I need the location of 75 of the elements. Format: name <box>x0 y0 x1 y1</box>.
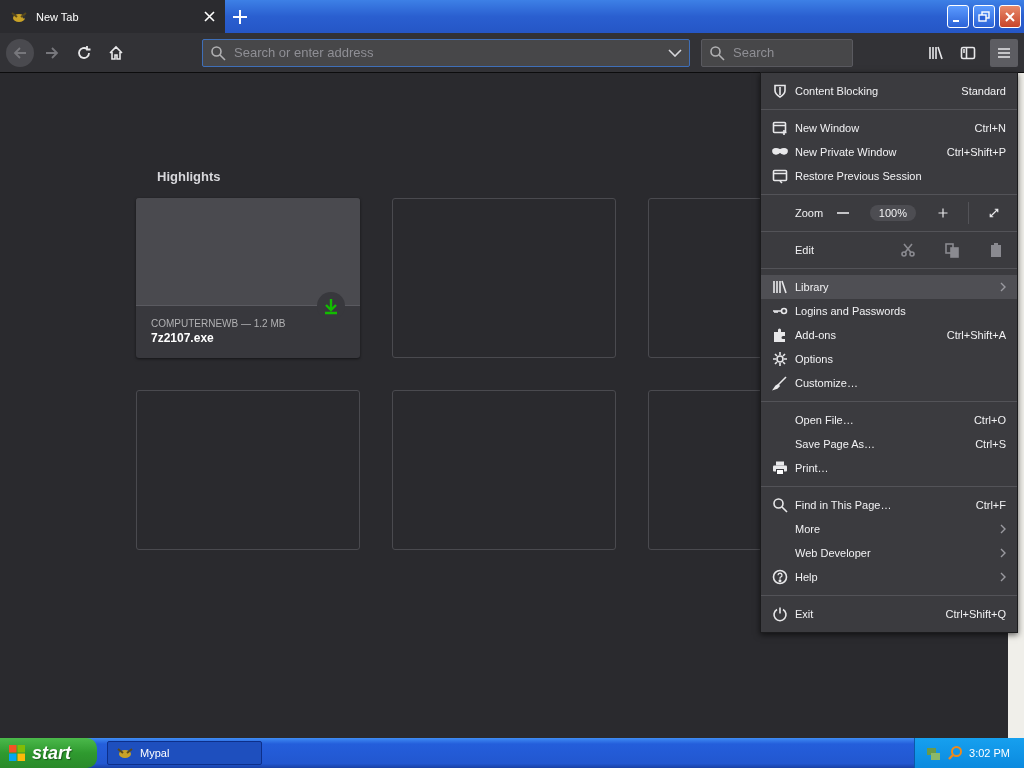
shortcut-label: Ctrl+Shift+A <box>946 329 1006 341</box>
menu-item[interactable]: Print… <box>761 456 1017 480</box>
menu-item[interactable]: New Window Ctrl+N <box>761 116 1017 140</box>
address-field[interactable]: Search or enter address <box>202 38 690 67</box>
search-icon <box>709 44 725 61</box>
puzzle-icon <box>772 327 788 343</box>
plus-icon[interactable] <box>233 9 247 24</box>
zoom-reset-button[interactable]: 100% <box>869 205 916 221</box>
clock: 3:02 PM <box>969 747 1010 759</box>
shortcut-label: Standard <box>961 85 1006 97</box>
shortcut-label: Ctrl+O <box>973 414 1006 426</box>
menu-item[interactable]: Web Developer <box>761 541 1017 565</box>
bird-icon <box>10 9 28 24</box>
menu-item[interactable]: Content Blocking Standard <box>761 79 1017 103</box>
printer-icon <box>772 460 788 476</box>
brush-icon <box>772 375 788 391</box>
back-button[interactable] <box>6 38 34 67</box>
menu-item[interactable]: Options <box>761 347 1017 371</box>
home-icon <box>108 44 124 61</box>
menu-item[interactable]: Save Page As… Ctrl+S <box>761 432 1017 456</box>
browser-tab[interactable]: New Tab <box>0 0 225 33</box>
search-icon <box>772 497 788 513</box>
menu-item[interactable]: Library <box>761 275 1017 299</box>
zoom-label: Zoom <box>795 207 824 219</box>
copy-icon <box>944 242 960 258</box>
menu-item[interactable]: Customize… <box>761 371 1017 395</box>
menu-item[interactable]: New Private Window Ctrl+Shift+P <box>761 140 1017 164</box>
library-icon <box>928 44 944 61</box>
shortcut-label: Ctrl+F <box>975 499 1006 511</box>
minimize-button[interactable] <box>947 5 969 28</box>
section-title: Highlights <box>157 169 221 184</box>
close-icon[interactable] <box>204 11 215 22</box>
clipboard-icon <box>988 242 1004 258</box>
menu-item[interactable]: Restore Previous Session <box>761 164 1017 188</box>
library-icon <box>772 279 788 295</box>
shortcut-label: Ctrl+N <box>974 122 1006 134</box>
window-restore-icon <box>772 168 788 184</box>
menu-item[interactable]: More <box>761 517 1017 541</box>
restore-icon <box>978 10 990 23</box>
edit-label: Edit <box>795 244 815 256</box>
close-icon <box>1005 11 1015 22</box>
menu-item[interactable]: Help <box>761 565 1017 589</box>
restore-button[interactable] <box>973 5 995 28</box>
forward-arrow-icon <box>44 44 60 61</box>
taskbar-button[interactable]: Mypal <box>107 741 262 765</box>
highlight-card[interactable]: COMPUTERNEWB — 1.2 MB 7z2107.exe <box>136 198 360 358</box>
menu-item[interactable]: Logins and Passwords <box>761 299 1017 323</box>
windows-logo-icon <box>8 744 26 762</box>
menu-item[interactable]: Find in This Page… Ctrl+F <box>761 493 1017 517</box>
reload-icon <box>76 44 92 61</box>
shortcut-label: Ctrl+Shift+P <box>946 146 1006 158</box>
shortcut-label: Ctrl+Shift+Q <box>945 608 1006 620</box>
menu-item[interactable]: Open File… Ctrl+O <box>761 408 1017 432</box>
menu-item[interactable]: Add-ons Ctrl+Shift+A <box>761 323 1017 347</box>
minus-icon <box>836 212 849 214</box>
gear-icon <box>772 351 788 367</box>
start-button[interactable]: start <box>0 738 97 768</box>
menu-button[interactable] <box>990 38 1018 67</box>
sidebar-icon <box>960 44 976 61</box>
help-icon <box>772 569 788 585</box>
power-icon <box>772 606 788 622</box>
back-arrow-icon <box>12 44 28 61</box>
shortcut-label: Ctrl+S <box>975 438 1006 450</box>
menu-item[interactable]: Exit Ctrl+Shift+Q <box>761 602 1017 626</box>
close-button[interactable] <box>999 5 1021 28</box>
card-title: 7z2107.exe <box>151 331 215 345</box>
search-icon <box>210 44 226 61</box>
card-source: COMPUTERNEWB — 1.2 MB <box>151 318 287 329</box>
minimize-icon <box>953 19 959 22</box>
search-field[interactable]: Search <box>701 38 853 67</box>
bird-icon <box>116 746 134 760</box>
chevron-down-icon[interactable] <box>668 48 682 57</box>
shield-icon <box>772 83 788 99</box>
window-plus-icon <box>772 120 788 136</box>
scissors-icon <box>900 242 916 258</box>
